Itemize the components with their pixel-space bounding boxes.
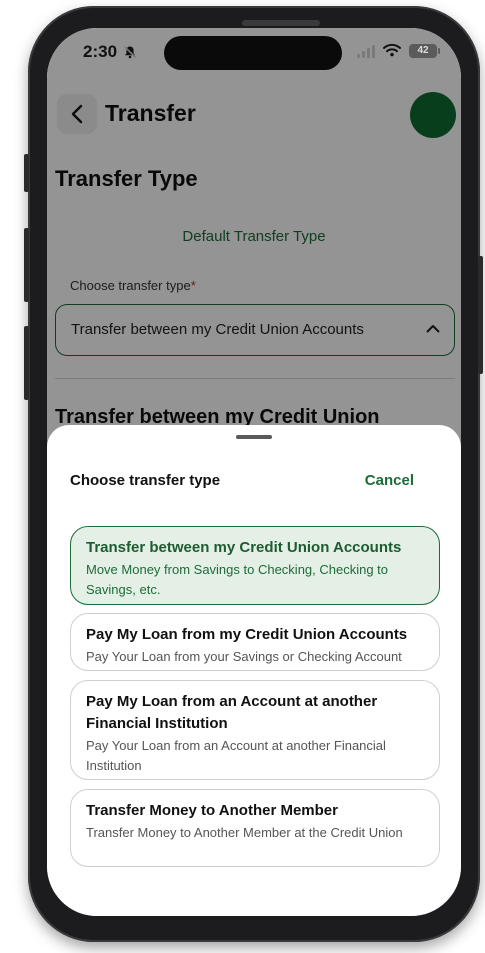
- bell-slash-icon: [123, 45, 137, 59]
- option-description: Move Money from Savings to Checking, Che…: [86, 562, 389, 597]
- transfer-option[interactable]: Pay My Loan from my Credit Union Account…: [70, 613, 440, 671]
- cellular-signal-icon: [357, 45, 375, 58]
- transfer-type-sheet: Choose transfer type Cancel Transfer bet…: [47, 425, 461, 916]
- option-description: Pay Your Loan from your Savings or Check…: [86, 649, 402, 664]
- option-title: Pay My Loan from an Account at another F…: [86, 693, 378, 732]
- volume-down-button: [24, 326, 29, 400]
- option-title: Pay My Loan from my Credit Union Account…: [86, 626, 408, 643]
- dynamic-island: [164, 36, 342, 70]
- sheet-title: Choose transfer type: [70, 472, 221, 489]
- transfer-option-selected[interactable]: Transfer between my Credit Union Account…: [70, 526, 440, 605]
- option-title: Transfer Money to Another Member: [86, 802, 338, 819]
- transfer-option[interactable]: Transfer Money to Another Member Transfe…: [70, 789, 440, 867]
- option-description: Transfer Money to Another Member at the …: [86, 825, 403, 840]
- status-time: 2:30: [83, 42, 118, 61]
- volume-up-button: [24, 228, 29, 302]
- option-description: Pay Your Loan from an Account at another…: [86, 738, 386, 773]
- option-title: Transfer between my Credit Union Account…: [86, 539, 402, 556]
- status-bar: 2:30 42: [47, 28, 461, 80]
- transfer-option[interactable]: Pay My Loan from an Account at another F…: [70, 680, 440, 780]
- wifi-icon: [383, 43, 401, 57]
- power-button: [478, 256, 483, 374]
- action-button: [24, 154, 29, 192]
- battery-icon: 42: [409, 44, 440, 58]
- cancel-button[interactable]: Cancel: [365, 472, 414, 489]
- speaker-grille: [242, 20, 320, 26]
- phone-screen: Transfer Transfer Type Default Transfer …: [47, 28, 461, 916]
- sheet-drag-handle[interactable]: [236, 435, 272, 439]
